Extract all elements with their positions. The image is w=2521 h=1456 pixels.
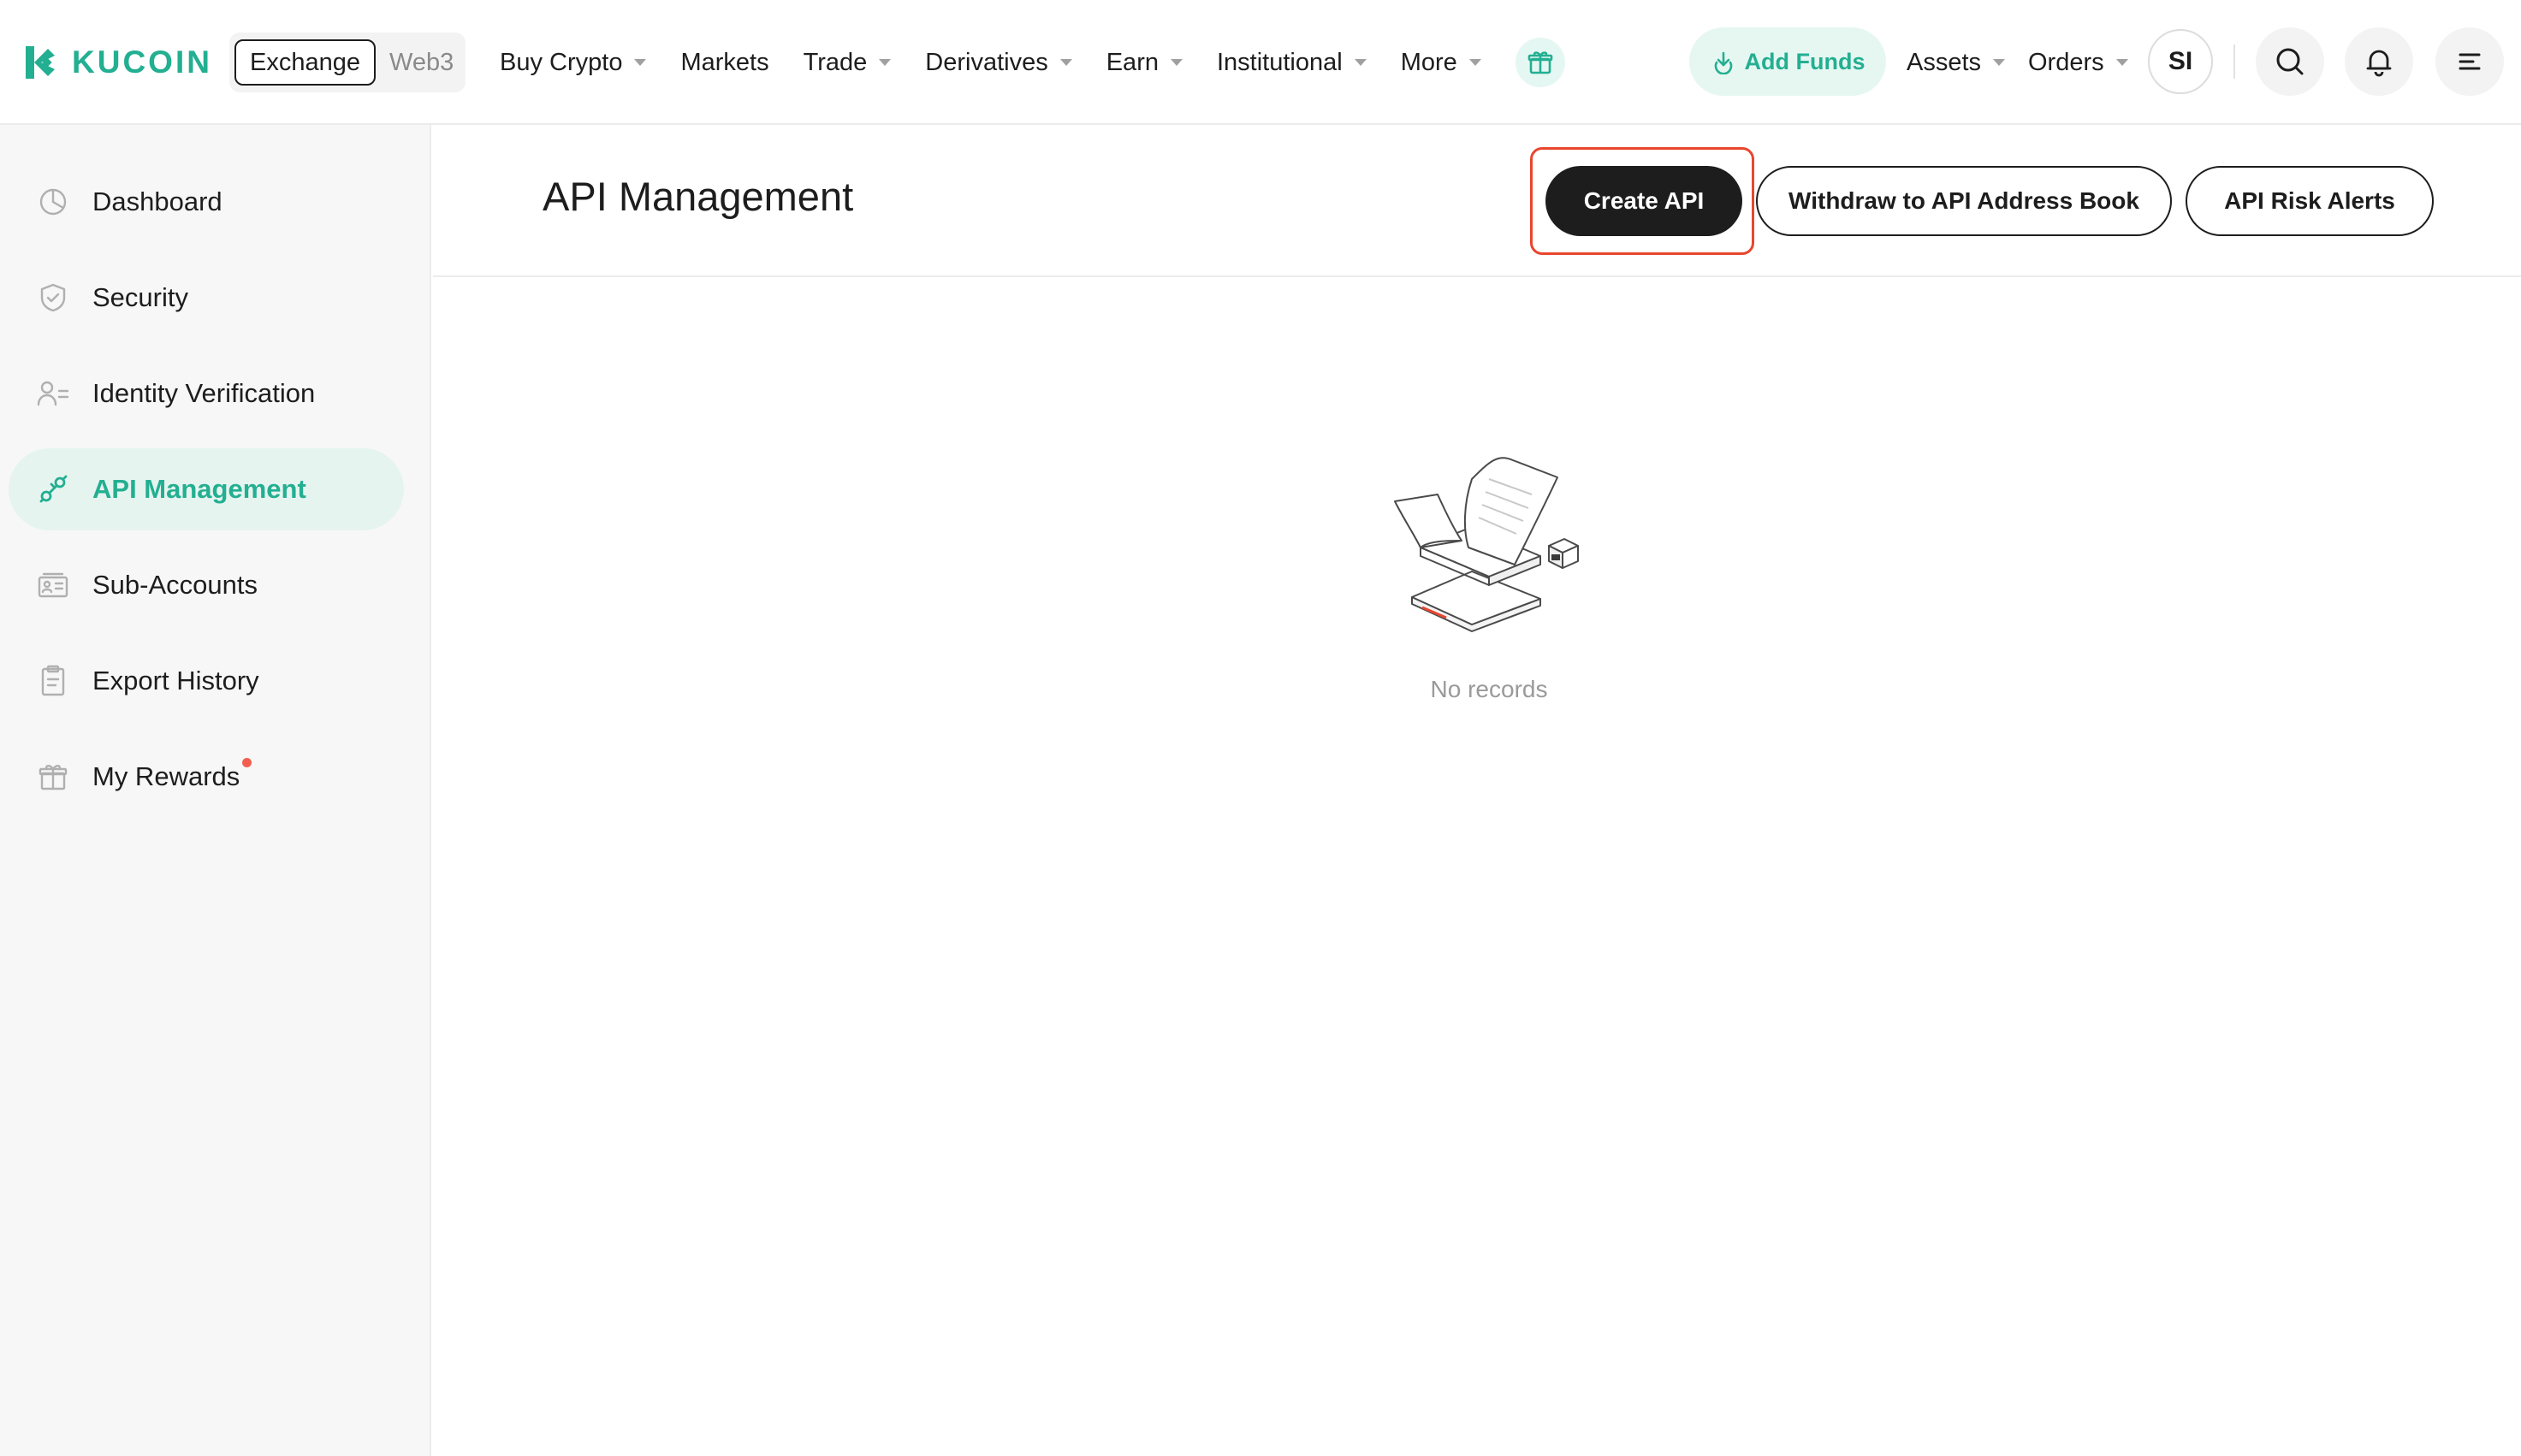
nav-label: Institutional: [1216, 48, 1343, 76]
nav-label: Earn: [1106, 48, 1159, 76]
sidebar-item-label: Export History: [92, 666, 259, 695]
nav-derivatives[interactable]: Derivatives: [925, 48, 1072, 77]
sidebar-item-label: Security: [92, 282, 188, 312]
withdraw-to-api-address-book-button[interactable]: Withdraw to API Address Book: [1756, 166, 2172, 236]
nav-more[interactable]: More: [1401, 49, 1481, 77]
empty-state-text: No records: [1430, 676, 1548, 702]
sidebar-item-identity-verification[interactable]: Identity Verification: [9, 352, 404, 435]
sidebar-item-label: Dashboard: [92, 186, 222, 216]
orders-label: Orders: [2028, 48, 2104, 76]
avatar-initials: SI: [2168, 47, 2193, 75]
shield-icon: [36, 281, 70, 315]
nav-trade[interactable]: Trade: [804, 49, 892, 77]
kucoin-logo-icon: [26, 46, 55, 79]
add-funds-button[interactable]: Add Funds: [1689, 27, 1886, 96]
api-risk-alerts-button[interactable]: API Risk Alerts: [2186, 166, 2434, 236]
assets-menu[interactable]: Assets: [1907, 38, 2006, 87]
gift-icon: [36, 760, 70, 794]
kucoin-logo[interactable]: KUCOIN: [21, 38, 212, 87]
chevron-down-icon: [1059, 59, 1072, 66]
sidebar-item-label: My Rewards: [92, 758, 252, 792]
sidebar-item-dashboard[interactable]: Dashboard: [9, 161, 404, 243]
avatar[interactable]: SI: [2148, 29, 2213, 94]
chevron-down-icon: [634, 59, 647, 66]
sidebar-item-export-history[interactable]: Export History: [9, 640, 404, 722]
chevron-down-icon: [1993, 59, 2006, 66]
orders-menu[interactable]: Orders: [2028, 38, 2128, 87]
chevron-down-icon: [1170, 59, 1183, 66]
nav-label: Trade: [803, 48, 868, 76]
nav-label: Markets: [680, 48, 769, 76]
assets-label: Assets: [1907, 48, 1982, 76]
nav-markets[interactable]: Markets: [680, 49, 768, 77]
sidebar-item-label: Sub-Accounts: [92, 570, 258, 600]
main-nav: Buy Crypto Markets Trade Derivatives Ear…: [500, 38, 1565, 87]
sidebar: Dashboard Security Identity Verification: [0, 125, 431, 1456]
add-funds-label: Add Funds: [1744, 48, 1866, 74]
top-navigation-bar: KUCOIN Exchange Web3 Buy Crypto Markets …: [0, 0, 2521, 125]
brand-name: KUCOIN: [72, 44, 212, 80]
sidebar-item-api-management[interactable]: API Management: [9, 448, 404, 530]
nav-buy-crypto[interactable]: Buy Crypto: [500, 48, 647, 77]
notification-dot: [242, 758, 252, 767]
exchange-tab[interactable]: Exchange: [234, 39, 376, 86]
sidebar-item-label: API Management: [92, 474, 306, 504]
user-id-icon: [36, 376, 70, 411]
sidebar-item-security[interactable]: Security: [9, 257, 404, 339]
header-divider: [2233, 44, 2235, 79]
api-link-icon: [36, 472, 70, 506]
nav-label: Buy Crypto: [500, 48, 623, 76]
menu-icon[interactable]: [2435, 27, 2504, 96]
pie-chart-icon: [36, 185, 70, 219]
web3-tab[interactable]: Web3: [376, 49, 467, 77]
sidebar-item-sub-accounts[interactable]: Sub-Accounts: [9, 544, 404, 626]
nav-label: More: [1400, 48, 1457, 76]
nav-institutional[interactable]: Institutional: [1217, 49, 1367, 77]
sidebar-item-my-rewards[interactable]: My Rewards: [9, 736, 404, 818]
exchange-web3-switcher: Exchange Web3: [229, 33, 466, 92]
create-api-button[interactable]: Create API: [1545, 166, 1742, 236]
chevron-down-icon: [1468, 59, 1481, 66]
download-icon: [1714, 51, 1732, 74]
sub-accounts-icon: [36, 568, 70, 602]
chevron-down-icon: [2115, 59, 2128, 66]
search-icon[interactable]: [2256, 27, 2324, 96]
clipboard-icon: [36, 664, 70, 698]
gift-icon[interactable]: [1515, 38, 1565, 87]
bell-icon[interactable]: [2345, 27, 2413, 96]
chevron-down-icon: [1354, 59, 1367, 66]
chevron-down-icon: [879, 59, 892, 66]
sidebar-item-label: Identity Verification: [92, 378, 316, 408]
nav-label: Derivatives: [925, 48, 1048, 76]
page-title: API Management: [543, 174, 854, 219]
my-rewards-text: My Rewards: [92, 761, 240, 791]
empty-state-illustration: [1369, 445, 1609, 646]
nav-earn[interactable]: Earn: [1106, 49, 1183, 77]
